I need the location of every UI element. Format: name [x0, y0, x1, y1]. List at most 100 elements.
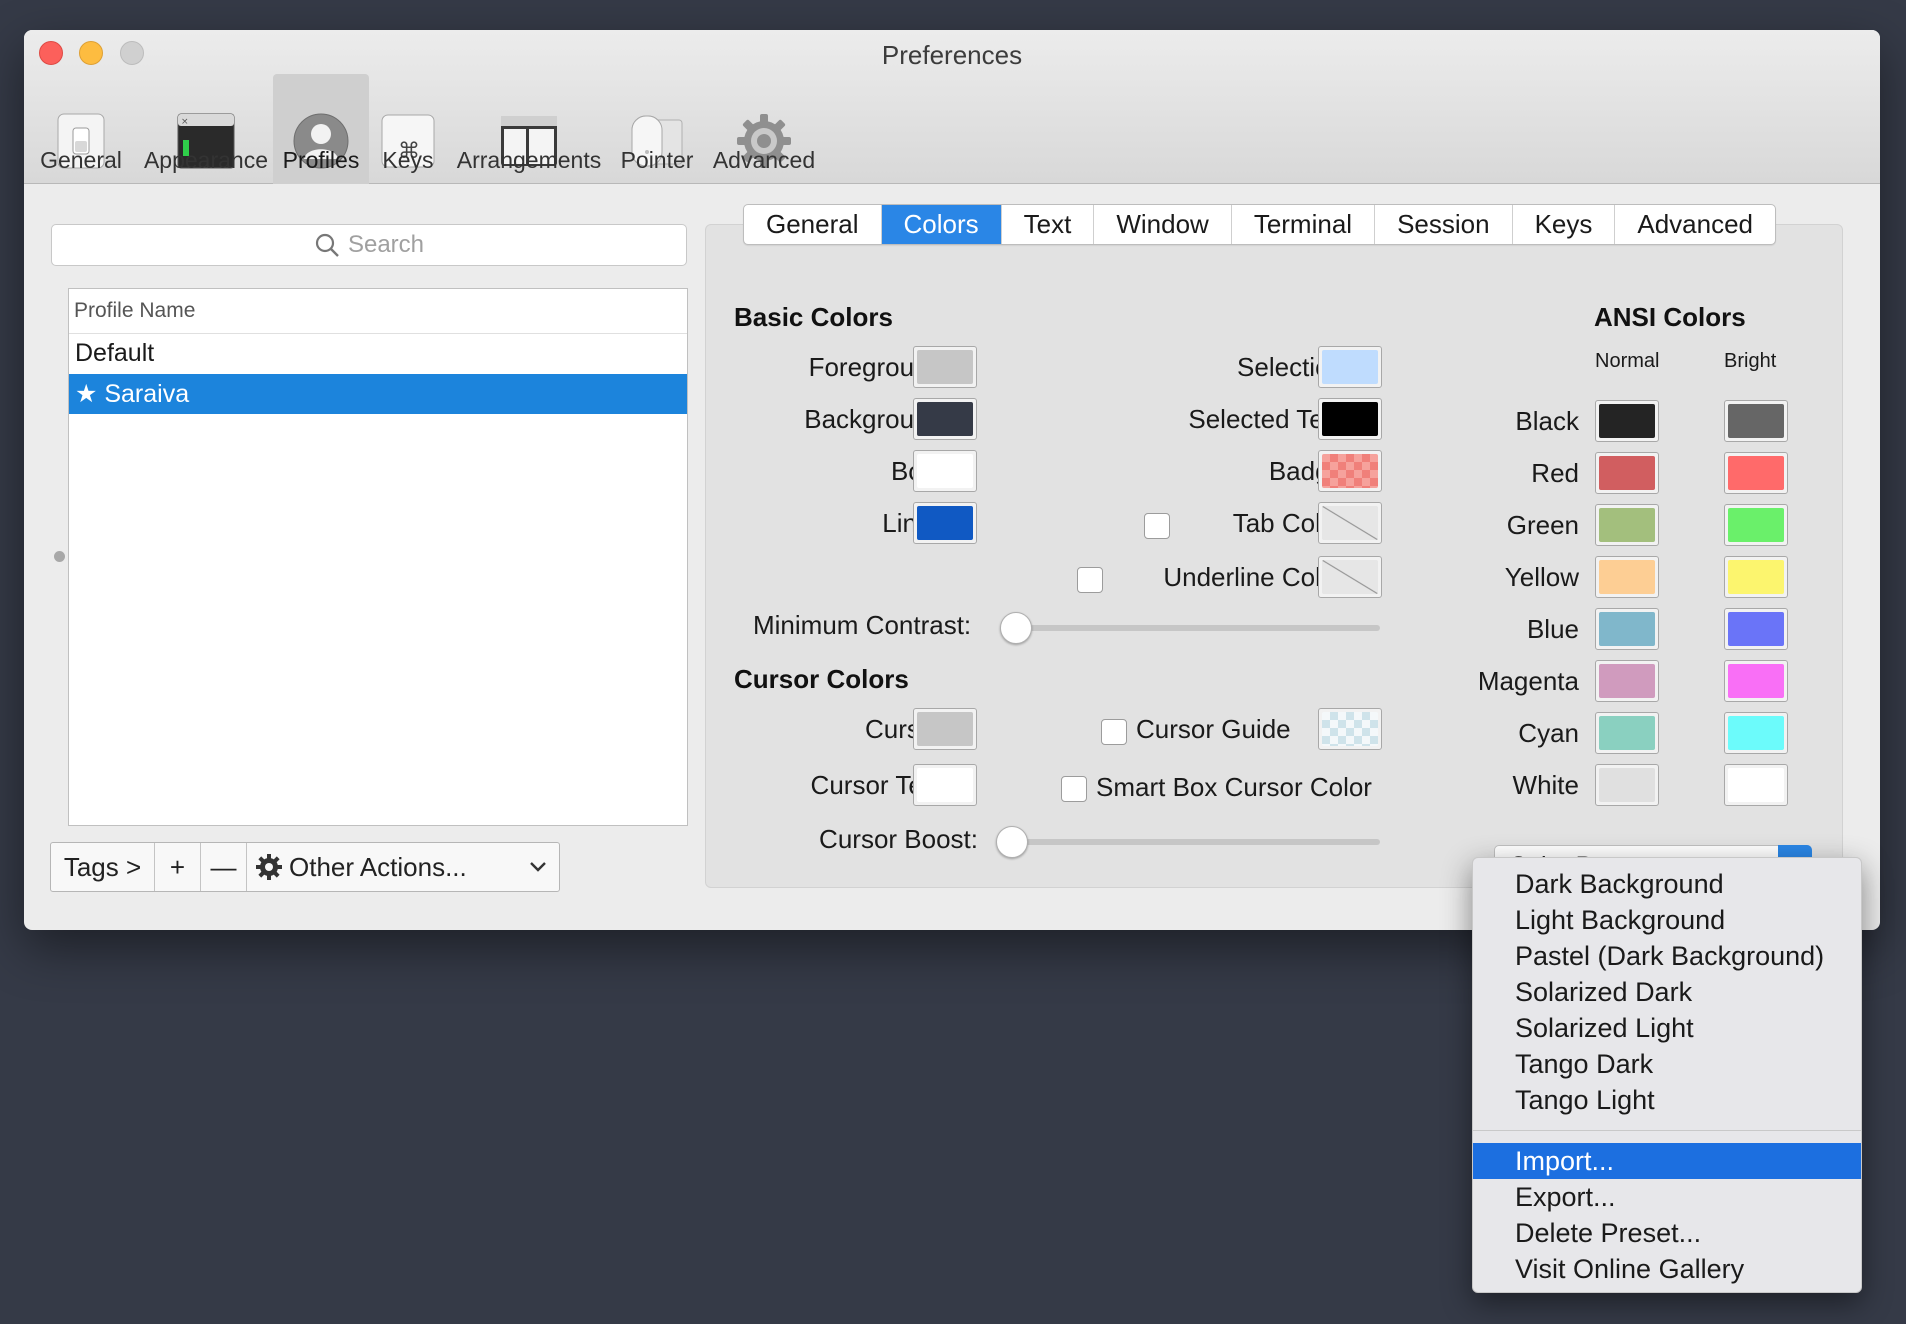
ansi-bright-red-well[interactable]	[1724, 452, 1788, 494]
tab-general[interactable]: General	[744, 205, 882, 244]
tab-terminal[interactable]: Terminal	[1232, 205, 1376, 244]
split-view-handle[interactable]	[54, 551, 65, 562]
swatch	[917, 768, 973, 802]
toolbar-profiles[interactable]: Profiles	[273, 74, 369, 184]
selection-color-well[interactable]	[1318, 346, 1382, 388]
minimum-contrast-knob[interactable]	[1000, 612, 1032, 644]
tab-session[interactable]: Session	[1375, 205, 1513, 244]
swatch	[1599, 560, 1655, 594]
ansi-bright-blue-well[interactable]	[1724, 608, 1788, 650]
ansi-bright-black-well[interactable]	[1724, 400, 1788, 442]
swatch	[1322, 402, 1378, 436]
menu-item-solarized-dark[interactable]: Solarized Dark	[1473, 974, 1861, 1010]
ansi-bright-green-well[interactable]	[1724, 504, 1788, 546]
ansi-normal-yellow-well[interactable]	[1595, 556, 1659, 598]
swatch	[917, 402, 973, 436]
menu-item-visit-online-gallery[interactable]: Visit Online Gallery	[1473, 1251, 1861, 1287]
minimum-contrast-slider[interactable]	[1024, 625, 1380, 631]
ansi-normal-magenta-well[interactable]	[1595, 660, 1659, 702]
tab-colors[interactable]: Colors	[881, 205, 1002, 244]
toolbar-label: Advanced	[712, 147, 816, 173]
other-actions-popup[interactable]: Other Actions...	[247, 843, 559, 891]
toolbar-label: Keys	[382, 147, 434, 173]
remove-profile-button[interactable]: —	[201, 843, 247, 891]
background-color-well[interactable]	[913, 398, 977, 440]
toolbar-arrangements[interactable]: Arrangements	[454, 74, 604, 184]
cursor-boost-slider[interactable]	[1020, 839, 1380, 845]
swatch	[1322, 350, 1378, 384]
toolbar-appearance[interactable]: × Appearance	[136, 74, 276, 184]
search-input[interactable]: Search	[51, 224, 687, 266]
underline-color-label: Underline Color	[1163, 562, 1344, 592]
ansi-normal-blue-well[interactable]	[1595, 608, 1659, 650]
ansi-normal-cyan-well[interactable]	[1595, 712, 1659, 754]
profile-actions-bar: Tags > + — Other Actions...	[50, 842, 560, 892]
toolbar-label: Pointer	[620, 147, 694, 173]
links-color-well[interactable]	[913, 502, 977, 544]
selected-text-color-well[interactable]	[1318, 398, 1382, 440]
minimum-contrast-label: Minimum Contrast:	[753, 610, 972, 640]
smart-box-cursor-checkbox[interactable]	[1061, 776, 1087, 802]
tags-button[interactable]: Tags >	[51, 843, 155, 891]
toolbar-advanced[interactable]: Advanced	[709, 74, 819, 184]
cursor-boost-knob[interactable]	[996, 826, 1028, 858]
ansi-label-blue: Blue	[1526, 614, 1579, 644]
profile-row-default[interactable]: Default	[69, 334, 687, 374]
ansi-bright-cyan-well[interactable]	[1724, 712, 1788, 754]
cursor-boost-label: Cursor Boost:	[819, 824, 978, 854]
underline-color-well[interactable]	[1318, 556, 1382, 598]
menu-item-tango-dark[interactable]: Tango Dark	[1473, 1046, 1861, 1082]
cursor-guide-color-well[interactable]	[1318, 708, 1382, 750]
tab-text[interactable]: Text	[1002, 205, 1095, 244]
ansi-colors-heading: ANSI Colors	[1594, 302, 1746, 332]
ansi-bright-header: Bright	[1724, 350, 1777, 372]
swatch	[1728, 612, 1784, 646]
add-profile-button[interactable]: +	[155, 843, 201, 891]
smart-box-cursor-label: Smart Box Cursor Color	[1096, 772, 1372, 802]
cursor-colors-heading: Cursor Colors	[734, 664, 909, 694]
swatch	[917, 350, 973, 384]
swatch	[917, 506, 973, 540]
toolbar-general[interactable]: General	[32, 74, 130, 184]
menu-item-pastel-dark-background[interactable]: Pastel (Dark Background)	[1473, 938, 1861, 974]
swatch	[1322, 712, 1378, 746]
cursor-text-color-well[interactable]	[913, 764, 977, 806]
profile-tabs: General Colors Text Window Terminal Sess…	[743, 204, 1777, 245]
toolbar-pointer[interactable]: Pointer	[614, 74, 700, 184]
tab-advanced[interactable]: Advanced	[1615, 205, 1775, 244]
ansi-normal-black-well[interactable]	[1595, 400, 1659, 442]
tab-window[interactable]: Window	[1094, 205, 1232, 244]
ansi-normal-green-well[interactable]	[1595, 504, 1659, 546]
chevron-down-icon	[530, 862, 546, 872]
tab-keys[interactable]: Keys	[1513, 205, 1616, 244]
menu-item-export[interactable]: Export...	[1473, 1179, 1861, 1215]
swatch	[1599, 456, 1655, 490]
menu-separator	[1473, 1130, 1861, 1131]
swatch	[1728, 508, 1784, 542]
menu-item-solarized-light[interactable]: Solarized Light	[1473, 1010, 1861, 1046]
foreground-color-well[interactable]	[913, 346, 977, 388]
menu-item-tango-light[interactable]: Tango Light	[1473, 1082, 1861, 1118]
badge-color-well[interactable]	[1318, 450, 1382, 492]
menu-item-light-background[interactable]: Light Background	[1473, 902, 1861, 938]
ansi-normal-white-well[interactable]	[1595, 764, 1659, 806]
toolbar-label: Arrangements	[456, 147, 602, 173]
tab-color-well[interactable]	[1318, 502, 1382, 544]
search-placeholder: Search	[347, 231, 425, 258]
menu-item-import[interactable]: Import...	[1473, 1143, 1861, 1179]
underline-color-checkbox[interactable]	[1077, 567, 1103, 593]
tab-color-checkbox[interactable]	[1144, 513, 1170, 539]
profile-name-column-header[interactable]: Profile Name	[69, 289, 687, 334]
ansi-bright-magenta-well[interactable]	[1724, 660, 1788, 702]
profile-row-saraiva[interactable]: ★ Saraiva	[69, 374, 687, 414]
cursor-color-well[interactable]	[913, 708, 977, 750]
bold-color-well[interactable]	[913, 450, 977, 492]
toolbar-keys[interactable]: ⌘ Keys	[374, 74, 442, 184]
menu-item-dark-background[interactable]: Dark Background	[1473, 866, 1861, 902]
ansi-normal-red-well[interactable]	[1595, 452, 1659, 494]
ansi-normal-header: Normal	[1595, 350, 1660, 372]
ansi-bright-white-well[interactable]	[1724, 764, 1788, 806]
ansi-bright-yellow-well[interactable]	[1724, 556, 1788, 598]
cursor-guide-checkbox[interactable]	[1101, 719, 1127, 745]
menu-item-delete-preset[interactable]: Delete Preset...	[1473, 1215, 1861, 1251]
